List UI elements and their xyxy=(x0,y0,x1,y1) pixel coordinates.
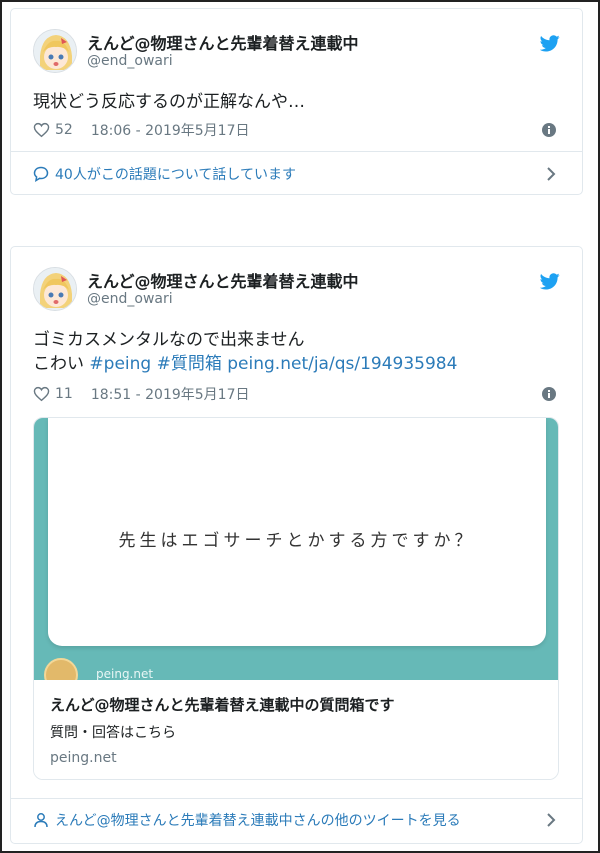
card-title[interactable]: えんど@物理さんと先輩着替え連載中の質問箱です xyxy=(50,694,395,715)
link-card[interactable]: 先生はエゴサーチとかする方ですか？ peing.net えんど@物理さんと先輩着… xyxy=(33,417,559,780)
author-handle[interactable]: @end_owari xyxy=(87,53,173,69)
chevron-right-icon[interactable] xyxy=(546,812,556,828)
tweet-text-line1: ゴミカスメンタルなので出来ません xyxy=(33,330,305,350)
tweet-meta: 11 18:51 - 2019年5月17日 xyxy=(33,384,249,404)
card-site-overlay: peing.net xyxy=(96,667,154,681)
hashtag-link[interactable]: #質問箱 xyxy=(157,354,222,374)
tweet-header: えんど@物理さんと先輩着替え連載中 @end_owari xyxy=(33,29,553,73)
conversation-link-label[interactable]: 40人がこの話題について話しています xyxy=(55,164,296,184)
hashtag-link[interactable]: #peing xyxy=(89,354,151,374)
heart-icon[interactable] xyxy=(33,122,50,138)
card-body[interactable]: えんど@物理さんと先輩着替え連載中の質問箱です 質問・回答はこちら peing.… xyxy=(34,680,558,779)
speech-bubble-icon xyxy=(33,166,49,182)
tweet-timestamp[interactable]: 18:51 - 2019年5月17日 xyxy=(91,384,250,404)
tweet-timestamp[interactable]: 18:06 - 2019年5月17日 xyxy=(91,120,250,140)
conversation-link[interactable]: 40人がこの話題について話しています xyxy=(33,163,562,185)
person-icon xyxy=(34,813,48,828)
author-handle[interactable]: @end_owari xyxy=(87,291,173,307)
card-description: 質問・回答はこちら xyxy=(50,725,176,741)
tweet-text-plain: こわい xyxy=(33,354,84,374)
like-count[interactable]: 11 xyxy=(55,386,73,402)
heart-icon[interactable] xyxy=(33,386,50,402)
embedded-tweet-1[interactable]: えんど@物理さんと先輩着替え連載中 @end_owari 現状どう反応するのが正… xyxy=(10,8,583,195)
chevron-right-icon[interactable] xyxy=(546,166,556,182)
divider xyxy=(11,798,582,799)
info-icon[interactable] xyxy=(542,387,556,401)
author-name[interactable]: えんど@物理さんと先輩着替え連載中 xyxy=(87,30,359,54)
tweet-text-line2: こわい #peing #質問箱 peing.net/ja/qs/19493598… xyxy=(33,352,457,376)
card-question-panel: 先生はエゴサーチとかする方ですか？ xyxy=(48,418,546,646)
avatar[interactable] xyxy=(33,267,77,311)
avatar[interactable] xyxy=(33,29,77,73)
info-icon[interactable] xyxy=(542,123,556,137)
more-tweets-link-label[interactable]: えんど@物理さんと先輩着替え連載中さんの他のツイートを見る xyxy=(55,810,461,830)
tweet-meta: 52 18:06 - 2019年5月17日 xyxy=(33,120,249,140)
card-question-text: 先生はエゴサーチとかする方ですか？ xyxy=(118,531,476,551)
url-link[interactable]: peing.net/ja/qs/194935984 xyxy=(227,354,457,374)
twitter-bird-icon[interactable] xyxy=(540,273,560,290)
author-name[interactable]: えんど@物理さんと先輩着替え連載中 xyxy=(87,268,359,292)
card-image[interactable]: 先生はエゴサーチとかする方ですか？ peing.net xyxy=(34,418,558,692)
embedded-tweet-2[interactable]: えんど@物理さんと先輩着替え連載中 @end_owari ゴミカスメンタルなので… xyxy=(10,246,583,844)
tweet-text: 現状どう反応するのが正解なんや… xyxy=(33,92,305,112)
like-count[interactable]: 52 xyxy=(55,122,73,138)
card-domain: peing.net xyxy=(50,750,117,766)
divider xyxy=(11,151,582,152)
more-tweets-link[interactable]: えんど@物理さんと先輩着替え連載中さんの他のツイートを見る xyxy=(33,809,562,831)
twitter-bird-icon[interactable] xyxy=(540,35,560,52)
tweet-header: えんど@物理さんと先輩着替え連載中 @end_owari xyxy=(33,267,553,311)
